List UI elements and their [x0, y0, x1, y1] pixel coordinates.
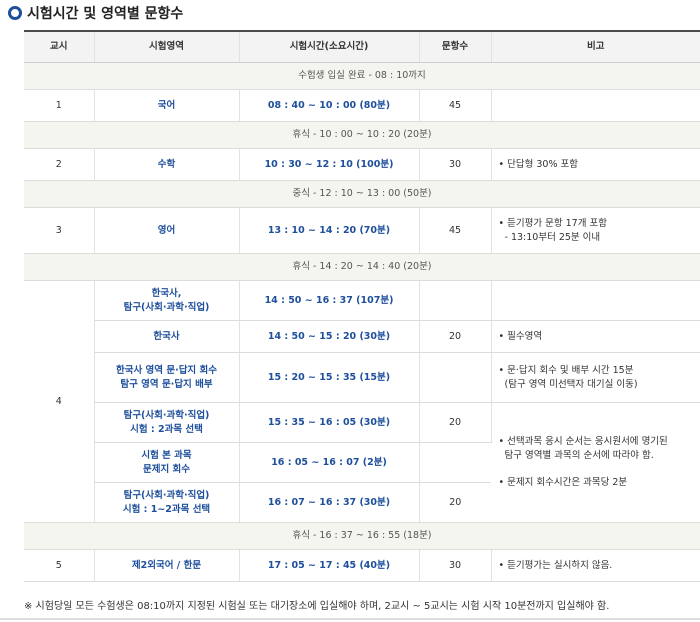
area-cell: 탐구(사회·과학·직업) 시험 : 2과목 선택 — [94, 402, 240, 443]
break-row: 휴식 - 14 : 20 ~ 14 : 40 (20분) — [24, 253, 700, 281]
table-row: 3 영어 13 : 10 ~ 14 : 20 (70분) 45 • 듣기평가 문… — [24, 207, 700, 254]
time-cell: 13 : 10 ~ 14 : 20 (70분) — [239, 207, 420, 254]
table-header-row: 교시 시험영역 시험시간(소요시간) 문항수 비고 — [24, 30, 700, 63]
period-cell: 4 — [24, 280, 95, 523]
break-text: 휴식 - 10 : 00 ~ 10 : 20 (20분) — [24, 121, 700, 149]
break-text: 휴식 - 14 : 20 ~ 14 : 40 (20분) — [24, 253, 700, 281]
table-row: 4 한국사, 탐구(사회·과학·직업) 14 : 50 ~ 16 : 37 (1… — [24, 280, 700, 523]
time-cell: 16 : 07 ~ 16 : 37 (30분) — [239, 482, 420, 523]
note-line: • 문제지 회수시간은 과목당 2분 — [498, 477, 628, 489]
area-line: 탐구(사회·과학·직업) — [123, 489, 210, 501]
page-title-text: 시험시간 및 영역별 문항수 — [27, 6, 184, 22]
note-cell: • 단답형 30% 포함 — [491, 148, 700, 181]
break-row: 휴식 - 10 : 00 ~ 10 : 20 (20분) — [24, 121, 700, 149]
note-cell: • 필수영역 — [491, 320, 700, 353]
period-cell: 5 — [24, 549, 95, 582]
break-text: 휴식 - 16 : 37 ~ 16 : 55 (18분) — [24, 522, 700, 550]
area-line: 탐구(사회·과학·직업) — [123, 301, 210, 313]
area-cell: 시험 본 과목 문제지 회수 — [94, 442, 240, 483]
area-line: 시험 : 2과목 선택 — [130, 423, 203, 435]
count-cell: 20 — [419, 482, 491, 523]
time-cell: 08 : 40 ~ 10 : 00 (80분) — [239, 89, 420, 122]
time-cell: 15 : 20 ~ 15 : 35 (15분) — [239, 352, 420, 403]
period-cell: 2 — [24, 148, 95, 181]
note-cell — [491, 89, 700, 122]
area-cell: 한국사 영역 문·답지 회수 탐구 영역 문·답지 배부 — [94, 352, 240, 403]
break-row: 수험생 입실 완료 - 08 : 10까지 — [24, 62, 700, 90]
exam-schedule-table: 교시 시험영역 시험시간(소요시간) 문항수 비고 수험생 입실 완료 - 08… — [24, 30, 700, 582]
count-cell — [419, 280, 492, 321]
area-cell: 한국사 — [94, 320, 240, 353]
count-cell: 30 — [419, 148, 492, 181]
note-line: - 13:10부터 25분 이내 — [504, 231, 601, 243]
count-cell: 20 — [419, 320, 492, 353]
note-line: • 문·답지 회수 및 배부 시간 15분 — [498, 364, 634, 376]
time-cell: 14 : 50 ~ 15 : 20 (30분) — [239, 320, 420, 353]
note-cell: • 듣기평가는 실시하지 않음. — [491, 549, 700, 582]
page-title: 시험시간 및 영역별 문항수 — [8, 2, 183, 24]
table-row: 한국사 14 : 50 ~ 15 : 20 (30분) 20 • 필수영역 — [24, 320, 700, 353]
note-line: 탐구 영역별 과목의 순서에 따라야 함. — [504, 449, 654, 461]
break-row: 중식 - 12 : 10 ~ 13 : 00 (50분) — [24, 180, 700, 208]
time-cell: 14 : 50 ~ 16 : 37 (107분) — [239, 280, 420, 321]
area-line: 탐구 영역 문·답지 배부 — [120, 378, 213, 390]
table-row: 5 제2외국어 / 한문 17 : 05 ~ 17 : 45 (40분) 30 … — [24, 549, 700, 582]
area-line: 시험 : 1~2과목 선택 — [122, 503, 211, 515]
header-note: 비고 — [491, 30, 700, 63]
note-cell — [491, 280, 700, 321]
note-line: • 듣기평가 문항 17개 포함 — [498, 217, 607, 229]
note-line: • 선택과목 응시 순서는 응시원서에 명기된 — [498, 435, 668, 447]
time-cell: 15 : 35 ~ 16 : 05 (30분) — [239, 402, 420, 443]
note-line: (탐구 영역 미선택자 대기실 이동) — [504, 378, 638, 390]
count-cell: 20 — [419, 402, 492, 443]
header-period: 교시 — [24, 30, 95, 63]
area-cell: 탐구(사회·과학·직업) 시험 : 1~2과목 선택 — [94, 482, 240, 523]
entry-notice: 수험생 입실 완료 - 08 : 10까지 — [24, 62, 700, 90]
time-cell: 17 : 05 ~ 17 : 45 (40분) — [239, 549, 420, 582]
area-line: 시험 본 과목 — [141, 449, 192, 461]
note-cell: • 선택과목 응시 순서는 응시원서에 명기된 탐구 영역별 과목의 순서에 따… — [491, 402, 700, 523]
table-row: 탐구(사회·과학·직업) 시험 : 2과목 선택 15 : 35 ~ 16 : … — [24, 402, 700, 523]
area-cell: 제2외국어 / 한문 — [94, 549, 240, 582]
time-cell: 16 : 05 ~ 16 : 07 (2분) — [239, 442, 420, 483]
header-area: 시험영역 — [94, 30, 240, 63]
area-line: 한국사 영역 문·답지 회수 — [116, 364, 217, 376]
footer-notice: ※ 시험당일 모든 수험생은 08:10까지 지정된 시험실 또는 대기장소에 … — [24, 601, 610, 612]
area-cell: 수학 — [94, 148, 240, 181]
count-cell: 45 — [419, 89, 492, 122]
count-cell: 45 — [419, 207, 492, 254]
area-cell: 한국사, 탐구(사회·과학·직업) — [94, 280, 240, 321]
area-line: 탐구(사회·과학·직업) — [123, 409, 210, 421]
count-cell — [419, 352, 492, 403]
area-line: 한국사, — [151, 287, 182, 299]
count-cell: 30 — [419, 549, 492, 582]
circle-bullet-icon — [8, 6, 22, 20]
area-cell: 국어 — [94, 89, 240, 122]
area-line: 문제지 회수 — [142, 463, 190, 475]
period-cell: 1 — [24, 89, 95, 122]
header-count: 문항수 — [419, 30, 492, 63]
lunch-text: 중식 - 12 : 10 ~ 13 : 00 (50분) — [24, 180, 700, 208]
table-row: 1 국어 08 : 40 ~ 10 : 00 (80분) 45 — [24, 89, 700, 122]
bottom-divider — [0, 618, 700, 620]
table-row: 2 수학 10 : 30 ~ 12 : 10 (100분) 30 • 단답형 3… — [24, 148, 700, 181]
header-time: 시험시간(소요시간) — [239, 30, 420, 63]
note-cell: • 문·답지 회수 및 배부 시간 15분 (탐구 영역 미선택자 대기실 이동… — [491, 352, 700, 403]
count-cell — [419, 442, 491, 483]
note-cell: • 듣기평가 문항 17개 포함 - 13:10부터 25분 이내 — [491, 207, 700, 254]
period-cell: 3 — [24, 207, 95, 254]
area-cell: 영어 — [94, 207, 240, 254]
break-row: 휴식 - 16 : 37 ~ 16 : 55 (18분) — [24, 522, 700, 550]
time-cell: 10 : 30 ~ 12 : 10 (100분) — [239, 148, 420, 181]
table-row: 한국사 영역 문·답지 회수 탐구 영역 문·답지 배부 15 : 20 ~ 1… — [24, 352, 700, 403]
